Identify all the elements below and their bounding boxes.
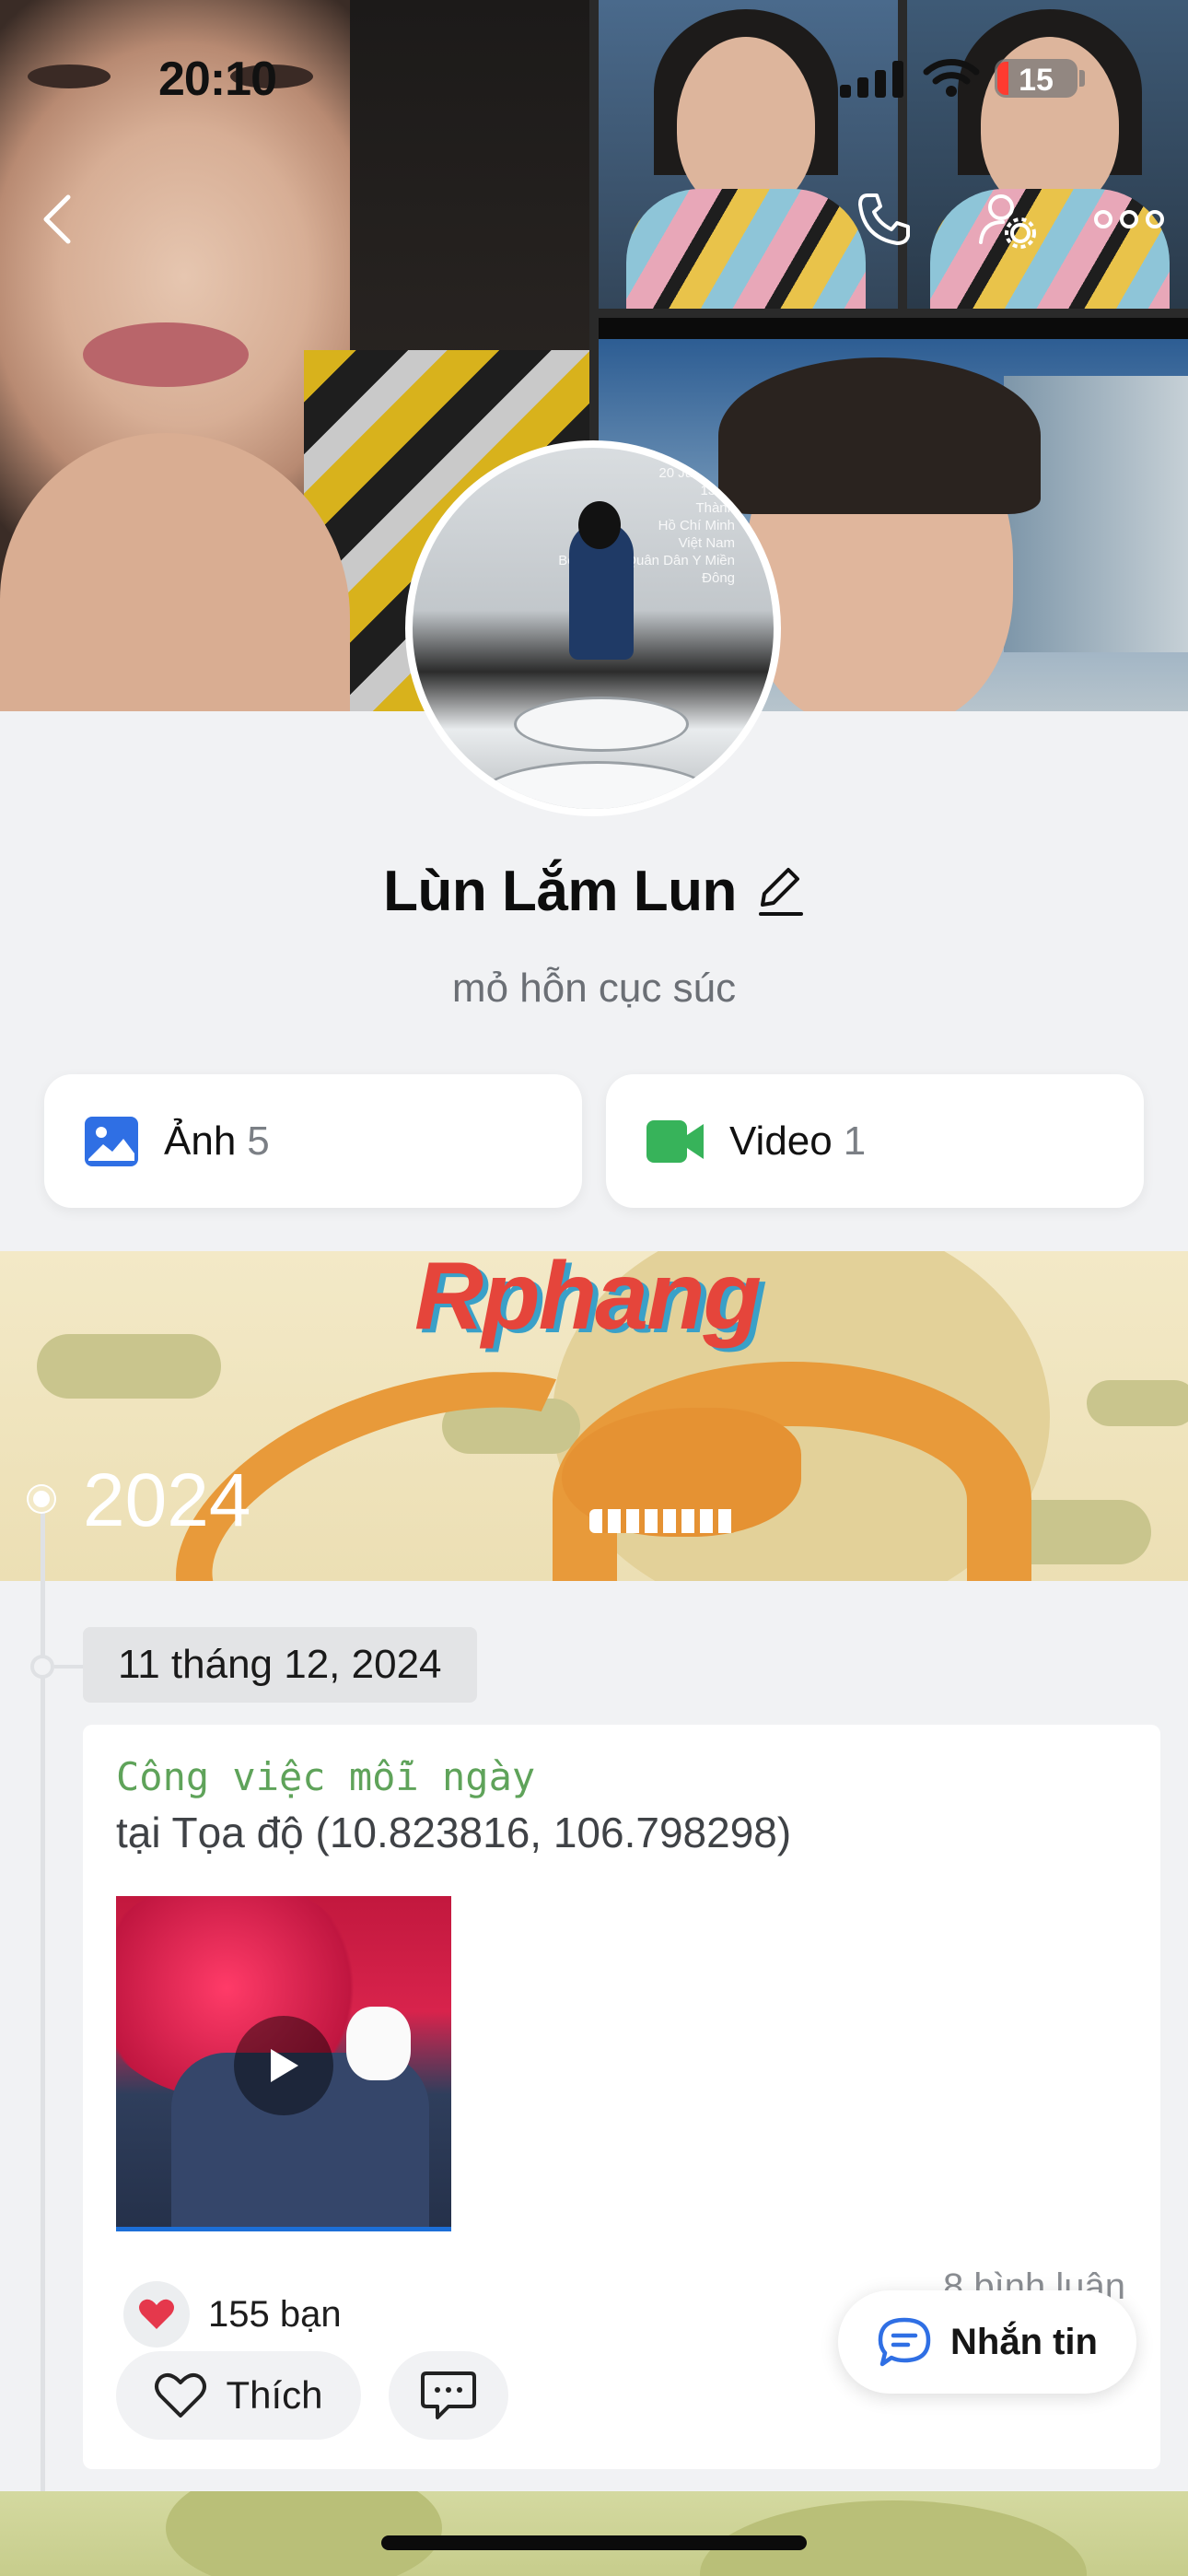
profile-bio: mỏ hỗn cục súc [451, 966, 737, 1011]
play-icon[interactable] [234, 2016, 333, 2115]
more-options-button[interactable] [1092, 182, 1166, 256]
profile-settings-button[interactable] [971, 182, 1044, 256]
post-date-chip: 11 tháng 12, 2024 [83, 1627, 477, 1703]
call-button[interactable] [847, 182, 921, 256]
cover-photo-3[interactable] [907, 0, 1188, 309]
post-title: Công việc mỗi ngày [116, 1754, 536, 1799]
heart-reaction-icon [123, 2281, 190, 2348]
like-button[interactable]: Thích [116, 2351, 361, 2440]
more-horizontal-icon [1094, 210, 1164, 228]
timeline-year-marker [29, 1486, 54, 1512]
videos-count: 1 [843, 1118, 867, 1164]
photo-icon [85, 1116, 138, 1166]
status-time: 20:10 [158, 53, 277, 106]
reaction-summary[interactable]: 155 bạn [123, 2281, 342, 2348]
next-year-banner [0, 2491, 1188, 2576]
photos-button[interactable]: Ảnh 5 [44, 1074, 582, 1208]
timeline-year: 2024 [83, 1458, 251, 1542]
like-label: Thích [226, 2373, 323, 2417]
chat-bubble-icon [878, 2317, 931, 2367]
profile-avatar[interactable]: 20 Jun 2024 13:24 Thành Hồ Chí Minh Việt… [405, 440, 781, 816]
user-settings-icon [979, 194, 1036, 249]
photos-count: 5 [247, 1118, 270, 1164]
reaction-count: 155 bạn [208, 2293, 342, 2335]
message-label: Nhắn tin [950, 2321, 1098, 2362]
edit-pencil-icon[interactable] [753, 864, 805, 919]
wifi-icon [923, 59, 980, 97]
message-button[interactable]: Nhắn tin [838, 2290, 1136, 2394]
chevron-left-icon [43, 194, 71, 244]
post-location: tại Tọa độ (10.823816, 106.798298) [116, 1809, 792, 1856]
timeline-date-marker [30, 1655, 54, 1679]
videos-button[interactable]: Video 1 [606, 1074, 1144, 1208]
videos-label: Video [729, 1118, 833, 1164]
comment-button[interactable] [389, 2351, 508, 2440]
battery-indicator: 15 [995, 59, 1077, 98]
profile-name: Lùn Lắm Lun [383, 860, 737, 923]
comment-bubble-icon [421, 2371, 476, 2419]
phone-icon [858, 193, 910, 245]
video-camera-icon [646, 1119, 704, 1163]
post-video-thumbnail[interactable] [116, 1896, 451, 2231]
profile-name-row: Lùn Lắm Lun [0, 859, 1188, 924]
cellular-signal-icon [840, 61, 906, 98]
cover-photo-2[interactable] [599, 0, 898, 309]
back-button[interactable] [20, 182, 94, 256]
home-indicator[interactable] [381, 2535, 807, 2550]
battery-level: 15 [1019, 63, 1054, 98]
heart-outline-icon [155, 2372, 207, 2418]
watermark-logo: Rphang [414, 1243, 762, 1350]
photos-label: Ảnh [164, 1118, 237, 1164]
